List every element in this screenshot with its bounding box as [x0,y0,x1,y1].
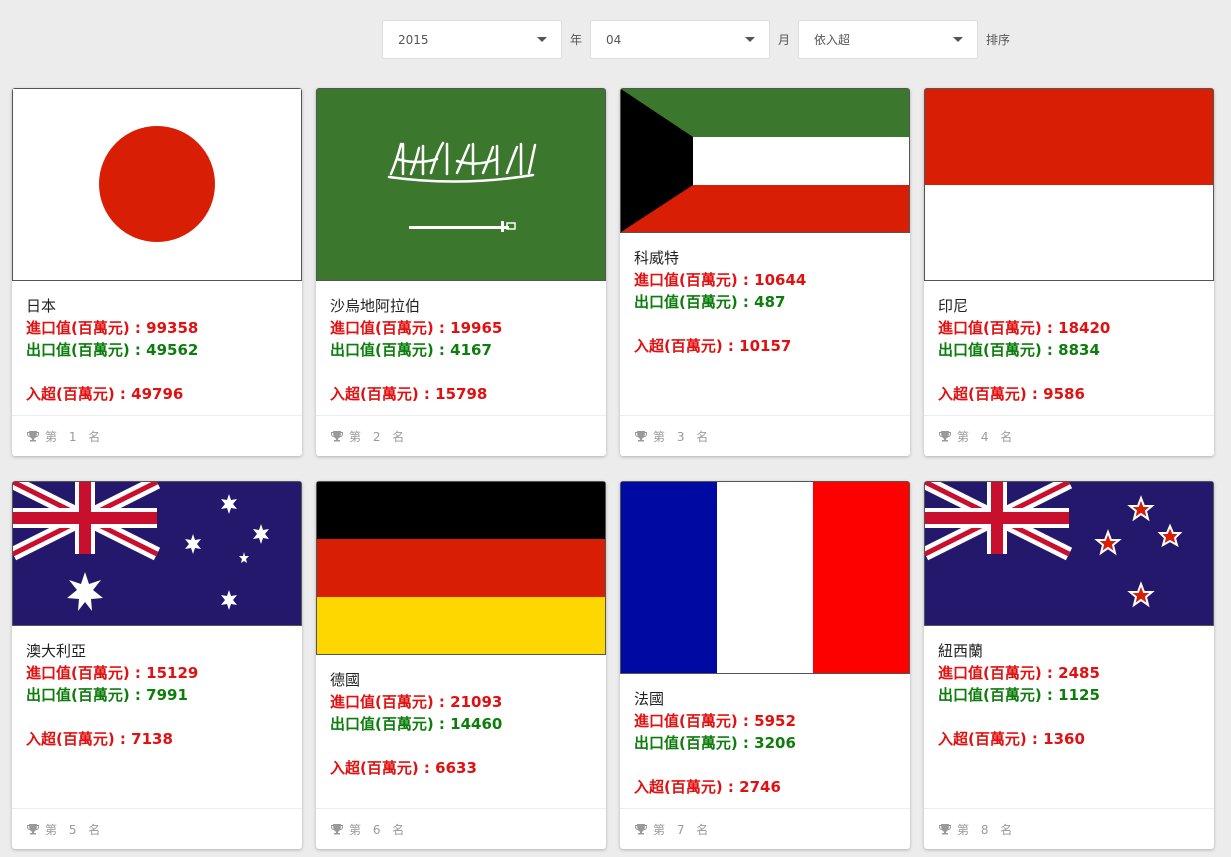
balance-value: 入超(百萬元) : 10157 [634,337,792,355]
indonesia-flag-icon [924,88,1214,281]
balance-value: 入超(百萬元) : 1360 [938,730,1085,748]
import-value: 進口值(百萬元) : 19965 [330,319,503,337]
export-value: 出口值(百萬元) : 8834 [938,341,1100,359]
rank-label: 第 6 名 [349,822,409,837]
saudi-arabia-flag-icon [316,88,606,281]
trophy-icon [331,824,343,835]
sort-select[interactable]: 依入超 [798,20,978,59]
import-value: 進口值(百萬元) : 15129 [26,664,199,682]
chevron-down-icon [745,37,755,42]
country-card[interactable]: 沙烏地阿拉伯 進口值(百萬元) : 19965 出口值(百萬元) : 4167 … [316,88,606,456]
country-name: 沙烏地阿拉伯 [330,297,421,315]
month-label: 月 [777,33,790,47]
country-name: 德國 [330,671,361,689]
country-name: 科威特 [634,249,680,267]
france-flag-icon [620,481,910,674]
country-name: 日本 [26,297,57,315]
trophy-icon [939,431,951,442]
rank-footer: 第 5 名 [12,808,302,849]
rank-footer: 第 4 名 [924,415,1214,456]
rank-label: 第 5 名 [45,822,105,837]
export-value: 出口值(百萬元) : 487 [634,293,786,311]
export-value: 出口值(百萬元) : 7991 [26,686,188,704]
rank-footer: 第 2 名 [316,415,606,456]
month-select[interactable]: 04 [590,20,770,59]
year-select-value: 2015 [398,32,429,47]
year-label: 年 [569,33,582,47]
country-name: 印尼 [938,297,969,315]
rank-label: 第 2 名 [349,429,409,444]
country-card[interactable]: 澳大利亞 進口值(百萬元) : 15129 出口值(百萬元) : 7991 入超… [12,481,302,849]
trophy-icon [635,431,647,442]
month-select-value: 04 [606,32,622,47]
germany-flag-icon [316,481,606,655]
australia-flag-icon [12,481,302,626]
new-zealand-flag-icon [924,481,1214,626]
rank-footer: 第 1 名 [12,415,302,456]
balance-value: 入超(百萬元) : 15798 [330,385,488,403]
sort-select-value: 依入超 [814,33,851,47]
export-value: 出口值(百萬元) : 49562 [26,341,199,359]
rank-label: 第 7 名 [653,822,713,837]
country-card[interactable]: 法國 進口值(百萬元) : 5952 出口值(百萬元) : 3206 入超(百萬… [620,481,910,849]
balance-value: 入超(百萬元) : 2746 [634,778,781,796]
country-card[interactable]: 印尼 進口值(百萬元) : 18420 出口值(百萬元) : 8834 入超(百… [924,88,1214,456]
trophy-icon [939,824,951,835]
country-card[interactable]: 科威特 進口值(百萬元) : 10644 出口值(百萬元) : 487 入超(百… [620,88,910,456]
balance-value: 入超(百萬元) : 9586 [938,385,1085,403]
filter-bar: 2015 年 04 月 依入超 排序 [382,20,1010,59]
export-value: 出口值(百萬元) : 4167 [330,341,492,359]
export-value: 出口值(百萬元) : 14460 [330,715,503,733]
balance-value: 入超(百萬元) : 7138 [26,730,173,748]
rank-label: 第 8 名 [957,822,1017,837]
trophy-icon [27,824,39,835]
trophy-icon [27,431,39,442]
export-value: 出口值(百萬元) : 1125 [938,686,1100,704]
balance-value: 入超(百萬元) : 49796 [26,385,184,403]
rank-label: 第 3 名 [653,429,713,444]
rank-label: 第 1 名 [45,429,105,444]
kuwait-flag-icon [620,88,910,233]
import-value: 進口值(百萬元) : 10644 [634,271,807,289]
import-value: 進口值(百萬元) : 18420 [938,319,1111,337]
country-card[interactable]: 日本 進口值(百萬元) : 99358 出口值(百萬元) : 49562 入超(… [12,88,302,456]
year-select[interactable]: 2015 [382,20,562,59]
country-card[interactable]: 德國 進口值(百萬元) : 21093 出口值(百萬元) : 14460 入超(… [316,481,606,849]
rank-footer: 第 6 名 [316,808,606,849]
trophy-icon [331,431,343,442]
country-name: 紐西蘭 [938,642,984,660]
import-value: 進口值(百萬元) : 5952 [634,712,796,730]
import-value: 進口值(百萬元) : 21093 [330,693,503,711]
rank-label: 第 4 名 [957,429,1017,444]
export-value: 出口值(百萬元) : 3206 [634,734,796,752]
chevron-down-icon [953,37,963,42]
sort-label: 排序 [986,33,1011,47]
balance-value: 入超(百萬元) : 6633 [330,759,477,777]
country-name: 澳大利亞 [26,642,87,660]
trophy-icon [635,824,647,835]
country-name: 法國 [634,690,665,708]
rank-footer: 第 7 名 [620,808,910,849]
import-value: 進口值(百萬元) : 2485 [938,664,1100,682]
rank-footer: 第 8 名 [924,808,1214,849]
japan-flag-icon [12,88,302,281]
country-card[interactable]: 紐西蘭 進口值(百萬元) : 2485 出口值(百萬元) : 1125 入超(百… [924,481,1214,849]
chevron-down-icon [537,37,547,42]
rank-footer: 第 3 名 [620,415,910,456]
import-value: 進口值(百萬元) : 99358 [26,319,199,337]
